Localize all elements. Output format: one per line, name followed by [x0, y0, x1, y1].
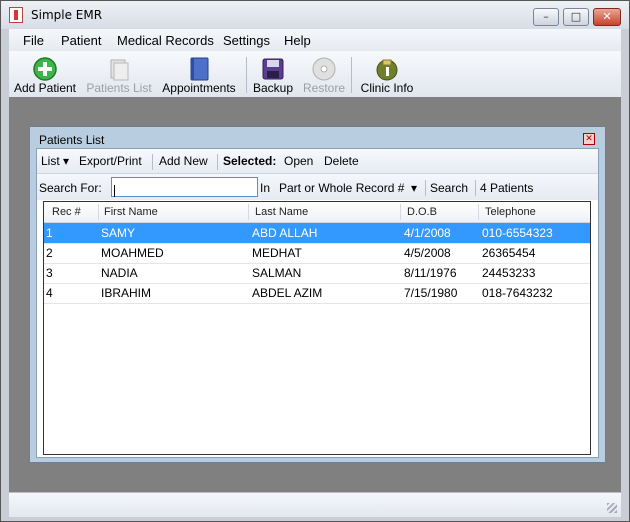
- column-divider[interactable]: [248, 204, 249, 220]
- patient-count: 4 Patients: [480, 181, 534, 195]
- col-header-rec[interactable]: Rec #: [52, 206, 81, 218]
- cell-telephone: 26365454: [482, 246, 536, 260]
- table-row[interactable]: 2 MOAHMED MEDHAT 4/5/2008 26365454: [44, 243, 590, 264]
- toolbar-separator: [351, 57, 352, 93]
- resize-grip[interactable]: [607, 503, 617, 513]
- clinic-info-label: Clinic Info: [360, 81, 414, 95]
- close-button[interactable]: ✕: [593, 8, 621, 26]
- table-row[interactable]: 3 NADIA SALMAN 8/11/1976 24453233: [44, 263, 590, 284]
- main-toolbar: Add Patient Patients List Appointments B…: [9, 51, 621, 98]
- cell-first-name: MOAHMED: [101, 246, 164, 260]
- cell-rec: 3: [46, 266, 53, 280]
- book-icon: [190, 57, 209, 81]
- menu-help[interactable]: Help: [284, 33, 311, 48]
- selected-label: Selected:: [223, 154, 277, 168]
- search-field-value: Part or Whole Record #: [279, 181, 405, 195]
- add-icon: [33, 57, 57, 81]
- col-header-telephone[interactable]: Telephone: [485, 206, 536, 218]
- cell-telephone: 24453233: [482, 266, 536, 280]
- search-bar: Search For: In Part or Whole Record # ▾ …: [37, 174, 598, 200]
- menu-bar: File Patient Medical Records Settings He…: [9, 29, 621, 51]
- title-bar[interactable]: Simple EMR – □ ✕: [1, 1, 629, 29]
- toolbar-separator: [475, 180, 476, 196]
- col-header-last-name[interactable]: Last Name: [255, 206, 308, 218]
- text-caret: [114, 185, 115, 197]
- add-patient-label: Add Patient: [13, 81, 77, 95]
- column-divider[interactable]: [400, 204, 401, 220]
- appointments-button[interactable]: Appointments: [159, 51, 239, 97]
- search-in-label: In: [260, 181, 271, 195]
- maximize-button[interactable]: □: [563, 8, 589, 26]
- child-window-title: Patients List: [39, 133, 105, 147]
- open-button[interactable]: Open: [284, 154, 313, 168]
- floppy-disk-icon: [262, 58, 284, 80]
- search-input[interactable]: [111, 177, 258, 197]
- patients-list-panel: List ▾ Export/Print Add New Selected: Op…: [36, 148, 599, 458]
- status-bar: [9, 492, 621, 517]
- toolbar-separator: [217, 154, 218, 170]
- column-divider[interactable]: [98, 204, 99, 220]
- window-title: Simple EMR: [31, 8, 103, 22]
- cell-telephone: 018-7643232: [482, 286, 553, 300]
- cell-dob: 4/5/2008: [404, 246, 451, 260]
- toolbar-separator: [246, 57, 247, 93]
- cell-last-name: ABD ALLAH: [252, 226, 318, 240]
- col-header-dob[interactable]: D.O.B: [407, 206, 437, 218]
- cell-last-name: SALMAN: [252, 266, 302, 280]
- backup-label: Backup: [252, 81, 294, 95]
- restore-button[interactable]: Restore: [299, 51, 349, 97]
- clinic-info-button[interactable]: Clinic Info: [355, 51, 419, 97]
- cell-dob: 4/1/2008: [404, 226, 451, 240]
- cell-telephone: 010-6554323: [482, 226, 553, 240]
- search-button[interactable]: Search: [430, 181, 468, 195]
- clinic-info-icon: [376, 59, 398, 81]
- menu-settings[interactable]: Settings: [223, 33, 270, 48]
- patients-list-label: Patients List: [86, 81, 152, 95]
- mdi-workspace: Patients List ✕ List ▾ Export/Print Add …: [9, 97, 621, 492]
- add-patient-button[interactable]: Add Patient: [11, 51, 79, 97]
- cell-last-name: MEDHAT: [252, 246, 302, 260]
- restore-label: Restore: [302, 81, 346, 95]
- toolbar-separator: [152, 154, 153, 170]
- search-for-label: Search For:: [39, 181, 102, 195]
- cell-last-name: ABDEL AZIM: [252, 286, 323, 300]
- table-header: Rec # First Name Last Name D.O.B Telepho…: [44, 202, 590, 223]
- table-row[interactable]: 4 IBRAHIM ABDEL AZIM 7/15/1980 018-76432…: [44, 283, 590, 304]
- backup-button[interactable]: Backup: [249, 51, 297, 97]
- disc-icon: [312, 57, 336, 81]
- patients-list-window: Patients List ✕ List ▾ Export/Print Add …: [29, 126, 606, 463]
- search-field-select[interactable]: Part or Whole Record # ▾: [279, 181, 417, 195]
- cell-rec: 4: [46, 286, 53, 300]
- toolbar-separator: [425, 180, 426, 196]
- thermometer-app-icon: [9, 7, 23, 23]
- add-new-button[interactable]: Add New: [159, 154, 208, 168]
- col-header-first-name[interactable]: First Name: [104, 206, 158, 218]
- cell-rec: 2: [46, 246, 53, 260]
- delete-button[interactable]: Delete: [324, 154, 359, 168]
- cell-first-name: SAMY: [101, 226, 136, 240]
- cell-first-name: NADIA: [101, 266, 138, 280]
- table-row[interactable]: 1 SAMY ABD ALLAH 4/1/2008 010-6554323: [44, 223, 590, 244]
- menu-patient[interactable]: Patient: [61, 33, 101, 48]
- list-label: List: [41, 154, 60, 168]
- patients-list-button[interactable]: Patients List: [85, 51, 153, 97]
- cell-dob: 7/15/1980: [404, 286, 458, 300]
- main-window: Simple EMR – □ ✕ File Patient Medical Re…: [0, 0, 630, 522]
- export-print-button[interactable]: Export/Print: [79, 154, 142, 168]
- cell-rec: 1: [46, 226, 53, 240]
- child-close-icon[interactable]: ✕: [583, 133, 595, 145]
- clipboard-icon: [110, 59, 129, 81]
- patients-table: Rec # First Name Last Name D.O.B Telepho…: [43, 201, 591, 455]
- menu-medical-records[interactable]: Medical Records: [117, 33, 214, 48]
- menu-file[interactable]: File: [23, 33, 44, 48]
- column-divider[interactable]: [478, 204, 479, 220]
- appointments-label: Appointments: [162, 81, 236, 95]
- cell-first-name: IBRAHIM: [101, 286, 152, 300]
- minimize-button[interactable]: –: [533, 8, 559, 26]
- patients-toolbar: List ▾ Export/Print Add New Selected: Op…: [37, 149, 598, 174]
- cell-dob: 8/11/1976: [404, 266, 457, 280]
- list-dropdown-button[interactable]: List ▾: [41, 154, 69, 168]
